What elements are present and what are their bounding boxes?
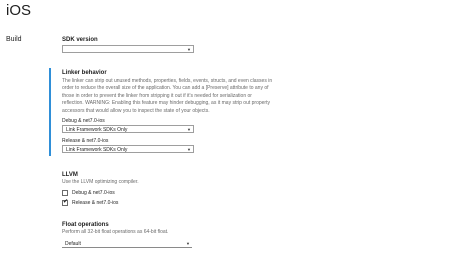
checkmark-icon: ✔ — [63, 199, 69, 205]
linker-description-line: those in order to prevent the linker fro… — [62, 92, 252, 99]
float-operations-title: Float operations — [62, 222, 109, 228]
linker-release-value: Link Framework SDKs Only — [66, 147, 128, 153]
linker-debug-select[interactable]: Link Framework SDKs Only ▼ — [62, 125, 194, 133]
linker-debug-label: Debug & net7.0-ios — [62, 118, 105, 124]
sdk-version-title: SDK version — [62, 37, 98, 43]
llvm-title: LLVM — [62, 172, 78, 178]
sdk-version-select[interactable]: ▼ — [62, 45, 194, 53]
linker-accent-bar — [49, 68, 51, 156]
llvm-release-checkbox[interactable]: ✔ — [62, 199, 69, 206]
float-operations-description: Perform all 32-bit float operations as 6… — [62, 229, 169, 235]
sidebar-item-build[interactable]: Build — [6, 36, 22, 43]
chevron-down-icon: ▼ — [187, 127, 191, 132]
float-operations-select[interactable]: Default ▼ — [62, 240, 192, 248]
linker-description: The linker can strip out unused methods,… — [62, 78, 272, 115]
llvm-description: Use the LLVM optimizing compiler. — [62, 179, 139, 185]
linker-description-line: reflection. WARNING: Enabling this featu… — [62, 100, 270, 107]
linker-behavior-title: Linker behavior — [62, 70, 107, 76]
chevron-down-icon: ▼ — [187, 147, 191, 152]
llvm-debug-checkbox[interactable] — [62, 190, 68, 196]
llvm-debug-label: Debug & net7.0-ios — [72, 190, 115, 196]
linker-description-line: order to reduce the overall size of the … — [62, 85, 269, 92]
llvm-debug-row[interactable]: Debug & net7.0-ios — [62, 190, 115, 196]
chevron-down-icon: ▼ — [187, 47, 191, 52]
linker-release-label: Release & net7.0-ios — [62, 138, 109, 144]
llvm-release-row[interactable]: ✔ Release & net7.0-ios — [62, 199, 119, 206]
linker-description-line: The linker can strip out unused methods,… — [62, 78, 273, 84]
llvm-release-label: Release & net7.0-ios — [72, 200, 119, 206]
page-title: iOS — [6, 2, 32, 19]
chevron-down-icon: ▼ — [186, 241, 190, 246]
linker-debug-value: Link Framework SDKs Only — [66, 127, 128, 133]
linker-release-select[interactable]: Link Framework SDKs Only ▼ — [62, 145, 194, 153]
float-operations-value: Default — [65, 241, 81, 247]
linker-description-line: accessors that would allow you to inspec… — [62, 107, 210, 114]
